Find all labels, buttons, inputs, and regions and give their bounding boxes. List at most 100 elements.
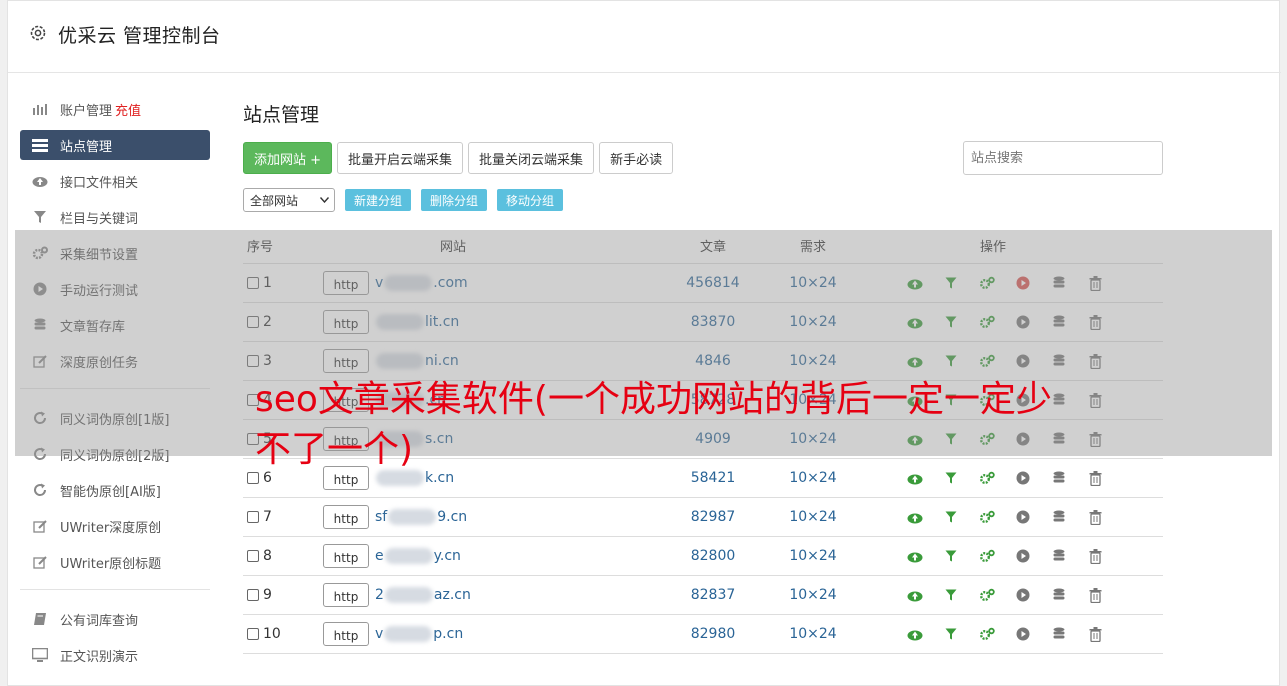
cogs-icon[interactable]	[975, 546, 999, 566]
database-icon[interactable]	[1047, 585, 1071, 605]
row-number: 9	[263, 587, 272, 603]
sidebar-item-uwriter-deep[interactable]: UWriter深度原创	[20, 511, 210, 541]
cogs-icon[interactable]	[975, 585, 999, 605]
sidebar-item-label: 公有词库查询	[60, 613, 139, 629]
edit-icon	[32, 518, 48, 534]
play-circle-icon[interactable]	[1011, 546, 1035, 566]
sidebar-item-label: UWriter原创标题	[60, 556, 162, 572]
http-badge[interactable]: http	[323, 583, 369, 607]
filter-icon[interactable]	[939, 507, 963, 527]
sidebar-item-label: 站点管理	[60, 139, 113, 155]
site-search-input[interactable]	[963, 141, 1163, 175]
demand-value[interactable]: 10×24	[763, 626, 863, 642]
trash-icon[interactable]	[1083, 624, 1107, 644]
sidebar-item-interface-files[interactable]: 接口文件相关	[20, 166, 210, 196]
delete-group-button[interactable]: 删除分组	[421, 189, 488, 211]
row-checkbox[interactable]	[247, 628, 259, 640]
play-circle-icon[interactable]	[1011, 585, 1035, 605]
app-title: 优采云 管理控制台	[58, 25, 221, 47]
database-icon[interactable]	[1047, 507, 1071, 527]
domain-prefix: sf	[375, 509, 388, 525]
sidebar-item-ai-rewrite[interactable]: 智能伪原创[AI版]	[20, 475, 210, 505]
play-circle-icon[interactable]	[1011, 507, 1035, 527]
main-content: 站点管理 添加网站 + 批量开启云端采集 批量关闭云端采集 新手必读 全部网站 …	[243, 100, 1163, 212]
sidebar-item-columns-keywords[interactable]: 栏目与关键词	[20, 202, 210, 232]
redacted-blur	[384, 548, 433, 564]
beginner-guide-button[interactable]: 新手必读	[599, 142, 674, 174]
http-badge[interactable]: http	[323, 622, 369, 646]
article-count[interactable]: 82980	[663, 626, 763, 642]
table-row: 9 http 2 az.cn 82837 10×24	[243, 576, 1163, 615]
demand-value[interactable]: 10×24	[763, 587, 863, 603]
cloud-upload-icon[interactable]	[903, 585, 927, 605]
cogs-icon[interactable]	[975, 624, 999, 644]
table-row: 8 http e y.cn 82800 10×24	[243, 537, 1163, 576]
refresh-icon	[32, 482, 48, 498]
site-domain[interactable]: v p.cn	[375, 626, 463, 642]
database-icon[interactable]	[1047, 624, 1071, 644]
row-number: 7	[263, 509, 272, 525]
row-checkbox[interactable]	[247, 550, 259, 562]
http-badge[interactable]: http	[323, 505, 369, 529]
book-icon	[32, 611, 48, 627]
filter-icon[interactable]	[939, 585, 963, 605]
row-actions	[863, 585, 1123, 605]
row-actions	[863, 624, 1123, 644]
sidebar-item-account[interactable]: 账户管理 充值	[20, 94, 210, 124]
play-circle-icon[interactable]	[1011, 624, 1035, 644]
database-icon[interactable]	[1047, 546, 1071, 566]
move-group-button[interactable]: 移动分组	[497, 189, 564, 211]
batch-enable-cloud-button[interactable]: 批量开启云端采集	[337, 142, 464, 174]
cogs-icon[interactable]	[975, 507, 999, 527]
trash-icon[interactable]	[1083, 585, 1107, 605]
domain-prefix: v	[375, 626, 384, 642]
gear-icon	[30, 25, 46, 41]
sidebar-item-public-lexicon[interactable]: 公有词库查询	[20, 604, 210, 634]
trash-icon[interactable]	[1083, 546, 1107, 566]
row-actions	[863, 546, 1123, 566]
row-checkbox[interactable]	[247, 589, 259, 601]
monitor-icon	[32, 647, 48, 663]
sidebar-item-label: 栏目与关键词	[60, 211, 139, 227]
site-domain[interactable]: sf 9.cn	[375, 509, 467, 525]
add-site-button[interactable]: 添加网站 +	[243, 142, 333, 174]
table-row: 10 http v p.cn 82980 10×24	[243, 615, 1163, 654]
trash-icon[interactable]	[1083, 468, 1107, 488]
cloud-upload-icon	[32, 173, 48, 189]
sidebar-item-label: 账户管理	[60, 103, 113, 119]
page-title: 站点管理	[243, 104, 320, 126]
filter-icon[interactable]	[939, 624, 963, 644]
group-select-value: 全部网站	[250, 193, 299, 208]
new-group-button[interactable]: 新建分组	[345, 189, 412, 211]
cloud-upload-icon[interactable]	[903, 624, 927, 644]
article-count[interactable]: 82800	[663, 548, 763, 564]
chevron-down-icon	[320, 197, 329, 203]
cloud-upload-icon[interactable]	[903, 507, 927, 527]
table-row: 7 http sf 9.cn 82987 10×24	[243, 498, 1163, 537]
top-header: 优采云 管理控制台	[8, 1, 1281, 73]
sidebar-item-site-management[interactable]: 站点管理	[20, 130, 210, 160]
demand-value[interactable]: 10×24	[763, 548, 863, 564]
redacted-blur	[384, 626, 433, 642]
domain-suffix: y.cn	[433, 548, 461, 564]
redacted-blur	[388, 509, 437, 525]
domain-prefix: e	[375, 548, 384, 564]
site-domain[interactable]: e y.cn	[375, 548, 461, 564]
toolbar: 添加网站 + 批量开启云端采集 批量关闭云端采集 新手必读	[243, 141, 1163, 175]
row-checkbox[interactable]	[247, 511, 259, 523]
sidebar-item-uwriter-title[interactable]: UWriter原创标题	[20, 547, 210, 577]
demand-value[interactable]: 10×24	[763, 509, 863, 525]
sidebar-item-text-recognition[interactable]: 正文识别演示	[20, 640, 210, 670]
http-badge[interactable]: http	[323, 544, 369, 568]
article-headline: seo文章采集软件(一个成功网站的背后一定一定少不了一个)	[255, 379, 1052, 470]
article-count[interactable]: 82987	[663, 509, 763, 525]
batch-disable-cloud-button[interactable]: 批量关闭云端采集	[468, 142, 595, 174]
recharge-link[interactable]: 充值	[115, 100, 141, 119]
filter-icon[interactable]	[939, 546, 963, 566]
article-count[interactable]: 82837	[663, 587, 763, 603]
group-select[interactable]: 全部网站	[243, 188, 335, 212]
trash-icon[interactable]	[1083, 507, 1107, 527]
site-domain[interactable]: 2 az.cn	[375, 587, 471, 603]
server-icon	[32, 137, 48, 153]
cloud-upload-icon[interactable]	[903, 546, 927, 566]
